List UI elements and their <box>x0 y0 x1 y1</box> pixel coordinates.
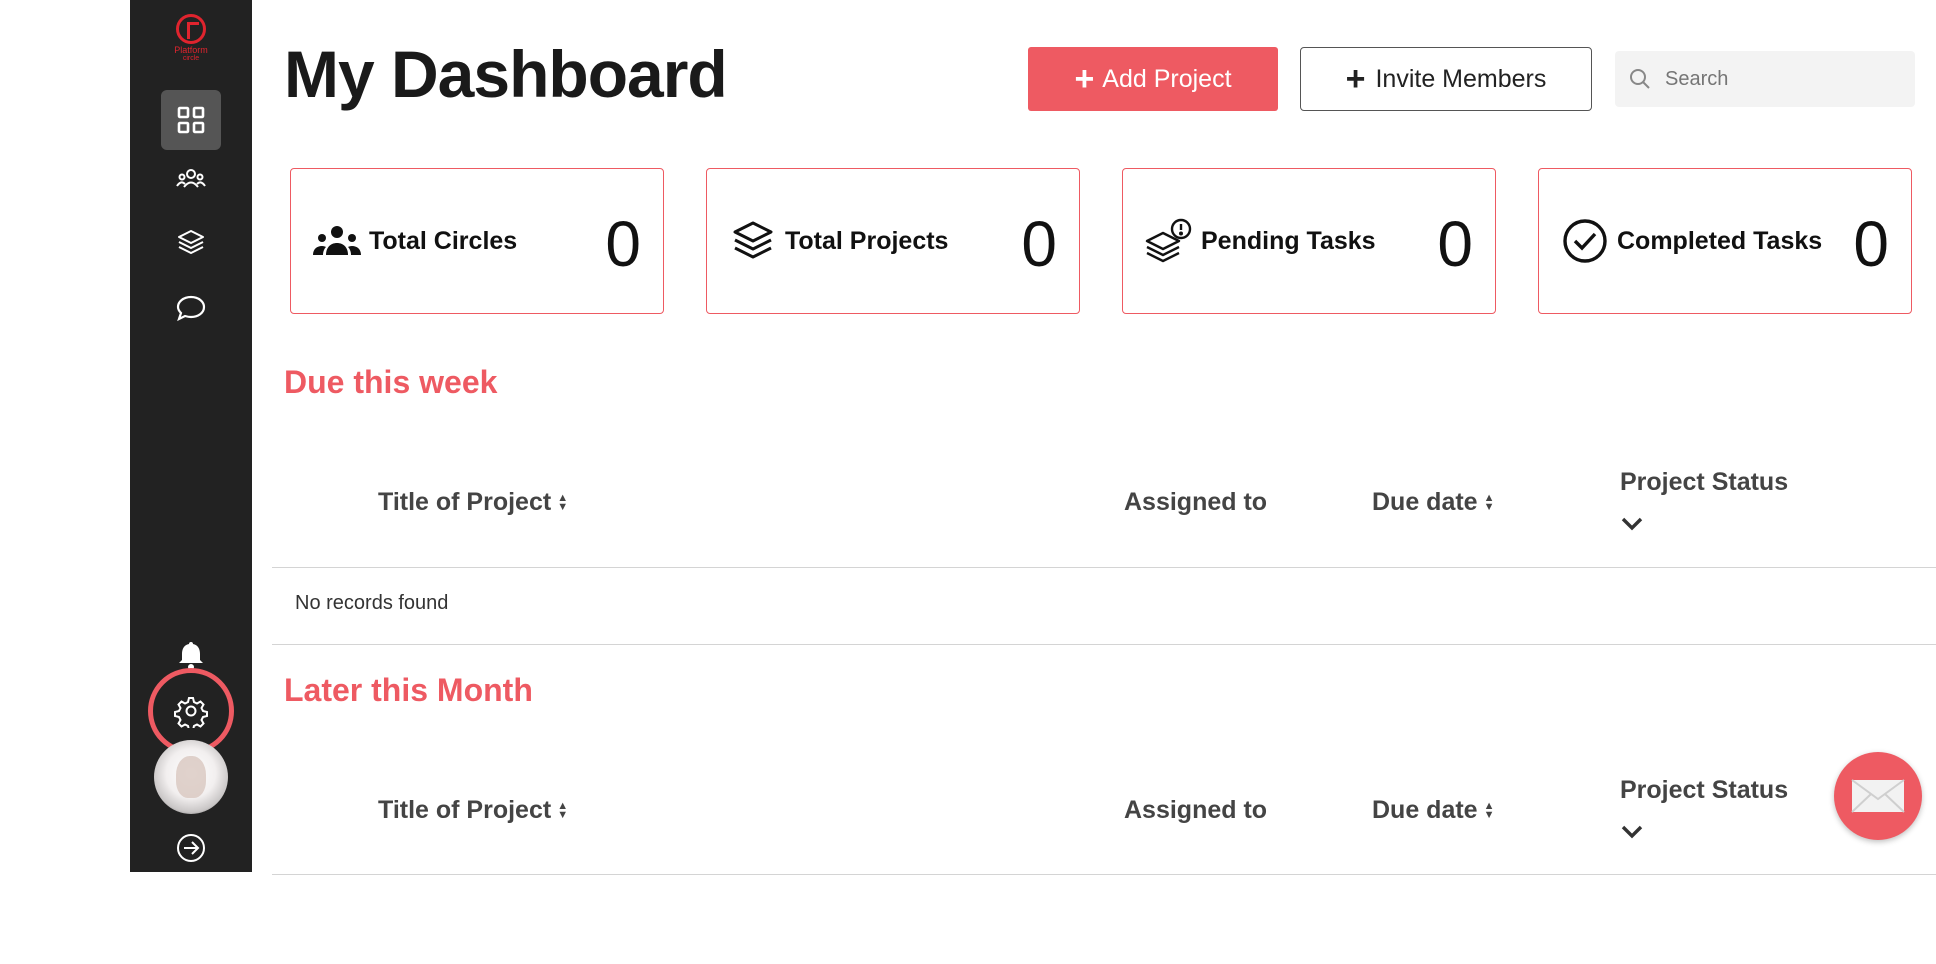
sidebar: Platform circle <box>130 0 252 872</box>
people-group-icon <box>311 215 363 267</box>
stat-label: Total Circles <box>369 226 518 255</box>
plus-icon: + <box>1074 60 1095 98</box>
user-avatar[interactable] <box>154 740 228 814</box>
column-header-title[interactable]: Title of Project ▲ ▼ <box>378 488 568 517</box>
chevron-down-icon[interactable] <box>1620 823 1644 841</box>
column-label: Project Status <box>1620 776 1789 804</box>
logo-sub: circle <box>182 55 200 62</box>
logo-brand: Platform <box>174 45 208 55</box>
sidebar-item-logout[interactable] <box>161 818 221 878</box>
logo-mark-icon <box>176 14 206 44</box>
column-header-status[interactable]: Project Status <box>1620 468 1788 497</box>
column-label: Due date <box>1372 488 1478 516</box>
people-group-icon <box>176 169 206 188</box>
table-divider <box>272 874 1936 875</box>
platform-logo[interactable]: Platform circle <box>170 14 212 66</box>
sort-icon: ▲ ▼ <box>1483 491 1495 513</box>
search-box[interactable] <box>1615 51 1915 107</box>
mail-fab-button[interactable] <box>1834 752 1922 840</box>
section-title-later-this-month: Later this Month <box>284 672 533 708</box>
stat-card-total-projects: Total Projects 0 <box>706 168 1080 314</box>
sidebar-item-dashboard[interactable] <box>161 90 221 150</box>
stat-label: Pending Tasks <box>1201 226 1376 255</box>
bell-icon <box>179 642 203 670</box>
add-project-label: Add Project <box>1102 64 1232 93</box>
pending-tasks-icon <box>1143 215 1195 267</box>
invite-members-label: Invite Members <box>1375 64 1547 93</box>
avatar-photo <box>176 756 206 798</box>
search-input[interactable] <box>1665 67 1895 91</box>
sort-icon: ▲ ▼ <box>1483 799 1495 821</box>
stat-card-completed-tasks: Completed Tasks 0 <box>1538 168 1912 314</box>
stat-value: 0 <box>1021 208 1057 280</box>
column-header-due-date[interactable]: Due date ▲ ▼ <box>1372 796 1494 825</box>
section-title-due-this-week: Due this week <box>284 364 498 400</box>
grid-icon <box>177 106 205 134</box>
stat-value: 0 <box>1437 208 1473 280</box>
column-label: Title of Project <box>378 796 552 824</box>
gear-icon <box>174 697 208 728</box>
column-header-assigned: Assigned to <box>1124 796 1267 825</box>
chevron-down-icon[interactable] <box>1620 515 1644 533</box>
stat-value: 0 <box>605 208 641 280</box>
column-header-due-date[interactable]: Due date ▲ ▼ <box>1372 488 1494 517</box>
column-label: Due date <box>1372 796 1478 824</box>
sort-icon: ▲ ▼ <box>557 799 569 821</box>
column-label: Assigned to <box>1124 488 1268 516</box>
column-header-title[interactable]: Title of Project ▲ ▼ <box>378 796 568 825</box>
sort-icon: ▲ ▼ <box>557 491 569 513</box>
search-icon <box>1630 69 1650 89</box>
column-header-status[interactable]: Project Status <box>1620 776 1788 805</box>
chat-bubble-icon <box>176 295 206 322</box>
sidebar-item-projects[interactable] <box>161 212 221 272</box>
stat-card-pending-tasks: Pending Tasks 0 <box>1122 168 1496 314</box>
layers-icon <box>727 215 779 267</box>
stat-value: 0 <box>1853 208 1889 280</box>
stat-card-total-circles: Total Circles 0 <box>290 168 664 314</box>
sidebar-item-settings[interactable] <box>161 681 221 741</box>
sidebar-item-circles[interactable] <box>161 148 221 208</box>
table-divider <box>272 567 1936 568</box>
column-label: Title of Project <box>378 488 552 516</box>
envelope-icon <box>1851 779 1905 813</box>
sidebar-item-messages[interactable] <box>161 278 221 338</box>
stat-label: Completed Tasks <box>1617 226 1823 255</box>
stat-label: Total Projects <box>785 226 949 255</box>
column-header-assigned: Assigned to <box>1124 488 1267 517</box>
add-project-button[interactable]: + Add Project <box>1028 47 1278 111</box>
column-label: Assigned to <box>1124 796 1268 824</box>
page-title: My Dashboard <box>284 37 728 111</box>
check-circle-icon <box>1559 215 1611 267</box>
invite-members-button[interactable]: + Invite Members <box>1300 47 1592 111</box>
layers-icon <box>178 230 204 254</box>
plus-icon: + <box>1345 60 1366 98</box>
column-label: Project Status <box>1620 468 1789 496</box>
arrow-right-circle-icon <box>177 834 205 862</box>
table-divider <box>272 644 1936 645</box>
empty-state-text: No records found <box>295 592 449 614</box>
